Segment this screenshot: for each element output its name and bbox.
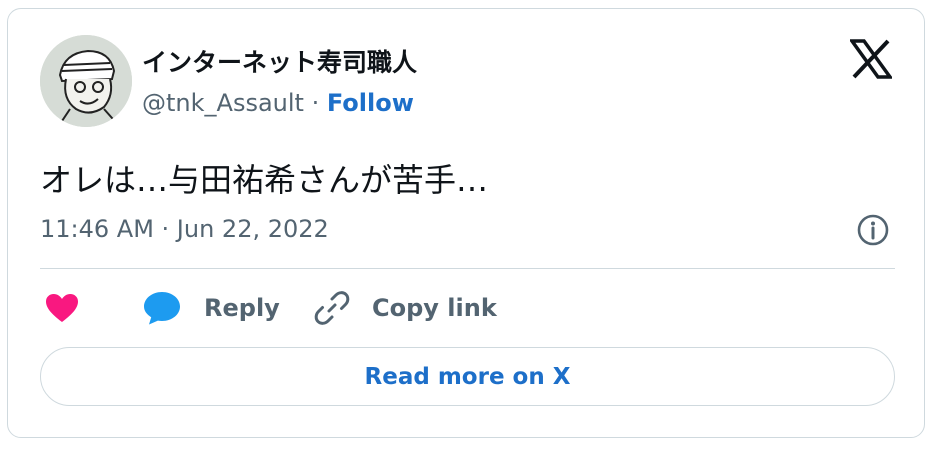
follow-link[interactable]: Follow <box>327 89 414 117</box>
copy-link-button[interactable]: Copy link <box>312 288 497 328</box>
speech-bubble-icon <box>144 292 180 325</box>
author-display-name[interactable]: インターネット寿司職人 <box>142 43 417 79</box>
author-handle-row: @tnk_Assault · Follow <box>142 89 414 117</box>
divider <box>40 268 895 269</box>
heart-icon <box>46 294 78 322</box>
reply-button[interactable]: Reply <box>142 288 280 328</box>
like-button[interactable] <box>44 288 80 328</box>
info-icon[interactable] <box>856 213 890 247</box>
avatar-illustration <box>40 35 132 127</box>
tweet-timestamp[interactable]: 11:46 AM · Jun 22, 2022 <box>40 215 329 243</box>
handle-separator: · <box>303 89 327 117</box>
copy-link-label: Copy link <box>372 294 497 322</box>
x-logo-icon[interactable] <box>850 39 892 79</box>
read-more-button[interactable]: Read more on X <box>40 347 895 406</box>
reply-label: Reply <box>204 294 280 322</box>
link-icon <box>314 291 350 325</box>
author-handle[interactable]: @tnk_Assault <box>142 89 304 117</box>
tweet-text: オレは…与田祐希さんが苦手… <box>40 161 489 199</box>
avatar[interactable] <box>40 35 132 127</box>
tweet-embed-card: インターネット寿司職人 @tnk_Assault · Follow オレは…与田… <box>7 8 925 438</box>
